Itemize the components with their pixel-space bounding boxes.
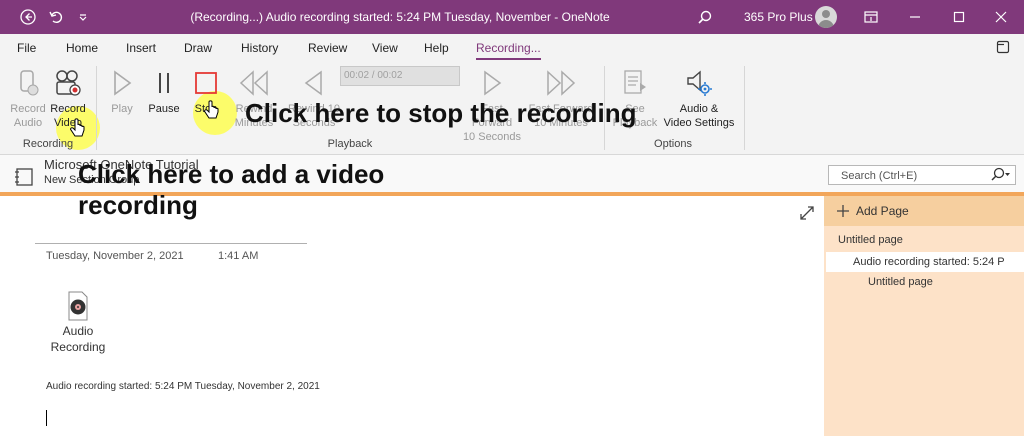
attachment-label: Audio — [62, 324, 94, 338]
microphone-icon — [6, 68, 50, 98]
record-audio-button[interactable]: Record Audio — [6, 68, 50, 130]
tab-review[interactable]: Review — [308, 34, 347, 62]
tab-recording[interactable]: Recording... — [476, 34, 541, 62]
maximize-icon[interactable] — [944, 0, 974, 34]
page-time: 1:41 AM — [218, 250, 259, 262]
recording-note[interactable]: Audio recording started: 5:24 PM Tuesday… — [46, 381, 320, 392]
fast-forward-double-icon — [528, 68, 594, 98]
add-page-button[interactable]: Add Page — [824, 196, 1024, 226]
separator — [744, 66, 745, 150]
tab-help[interactable]: Help — [424, 34, 449, 62]
add-page-label: Add Page — [856, 204, 909, 218]
hand-cursor-icon — [204, 100, 220, 127]
hand-cursor-icon — [70, 118, 86, 145]
rewind-icon — [284, 68, 344, 98]
tab-home[interactable]: Home — [66, 34, 98, 62]
ribbon-display-icon[interactable] — [858, 0, 884, 34]
fast-forward-icon — [460, 68, 524, 98]
search-icon[interactable] — [990, 167, 1012, 188]
audio-file-icon — [48, 291, 108, 323]
group-playback-label: Playback — [327, 138, 373, 150]
play-label: Play — [111, 103, 133, 115]
pause-icon — [144, 68, 184, 98]
notebook-view-icon[interactable] — [996, 40, 1010, 59]
tab-file[interactable]: File — [17, 34, 36, 62]
speaker-settings-icon — [660, 68, 738, 98]
expand-icon[interactable] — [800, 206, 814, 225]
attachment-label-2: Recording — [50, 340, 106, 354]
rewind-double-icon — [226, 68, 282, 98]
search-input[interactable]: Search (Ctrl+E) — [828, 165, 1016, 185]
see-playback-icon — [610, 68, 660, 98]
audio-video-settings-label: Audio & — [679, 103, 719, 115]
back-icon[interactable] — [14, 0, 42, 34]
minimize-icon[interactable] — [900, 0, 930, 34]
tab-insert[interactable]: Insert — [126, 34, 156, 62]
video-instruction-caption-2: recording — [78, 190, 198, 220]
notebook-icon[interactable] — [14, 168, 34, 191]
undo-icon[interactable] — [44, 0, 68, 34]
tab-draw[interactable]: Draw — [184, 34, 212, 62]
stop-icon — [188, 68, 224, 98]
play-button[interactable]: Play — [104, 68, 140, 116]
page-item-selected[interactable]: Audio recording started: 5:24 P — [826, 252, 1024, 272]
tab-view[interactable]: View — [372, 34, 398, 62]
page-item[interactable]: Untitled page — [868, 276, 933, 288]
video-camera-icon — [48, 68, 88, 98]
pause-label: Pause — [148, 103, 180, 115]
page-title-rule — [35, 243, 307, 244]
ribbon-tabs: File Home Insert Draw History Review Vie… — [0, 34, 1024, 62]
video-instruction-caption: Click here to add a video — [78, 159, 385, 189]
playback-time-display: 00:02 / 00:02 — [340, 66, 460, 86]
page-date: Tuesday, November 2, 2021 — [46, 250, 184, 262]
play-icon — [104, 68, 140, 98]
separator — [96, 66, 97, 150]
text-cursor — [46, 410, 47, 426]
search-icon[interactable] — [694, 0, 716, 34]
audio-video-settings-label-2: Video Settings — [663, 117, 735, 129]
tab-history[interactable]: History — [241, 34, 278, 62]
page-item[interactable]: Untitled page — [838, 234, 903, 246]
title-bar: (Recording...) Audio recording started: … — [0, 0, 1024, 34]
pages-pane: Add Page Untitled page Audio recording s… — [824, 196, 1024, 436]
page-canvas[interactable] — [0, 196, 824, 436]
audio-recording-attachment[interactable]: Audio Recording — [48, 291, 108, 355]
pause-button[interactable]: Pause — [144, 68, 184, 116]
avatar[interactable] — [815, 6, 837, 28]
window-title: (Recording...) Audio recording started: … — [190, 10, 610, 24]
stop-instruction-caption: Click here to stop the recording — [245, 98, 637, 128]
audio-video-settings-button[interactable]: Audio & Video Settings — [660, 68, 738, 130]
user-name[interactable]: 365 Pro Plus — [744, 0, 813, 34]
close-icon[interactable] — [986, 0, 1016, 34]
record-audio-label: Record Audio — [10, 103, 46, 129]
record-video-label: Record — [50, 103, 86, 115]
plus-icon — [837, 205, 849, 217]
group-options-label: Options — [654, 138, 692, 150]
quick-access-dropdown-icon[interactable] — [74, 0, 92, 34]
